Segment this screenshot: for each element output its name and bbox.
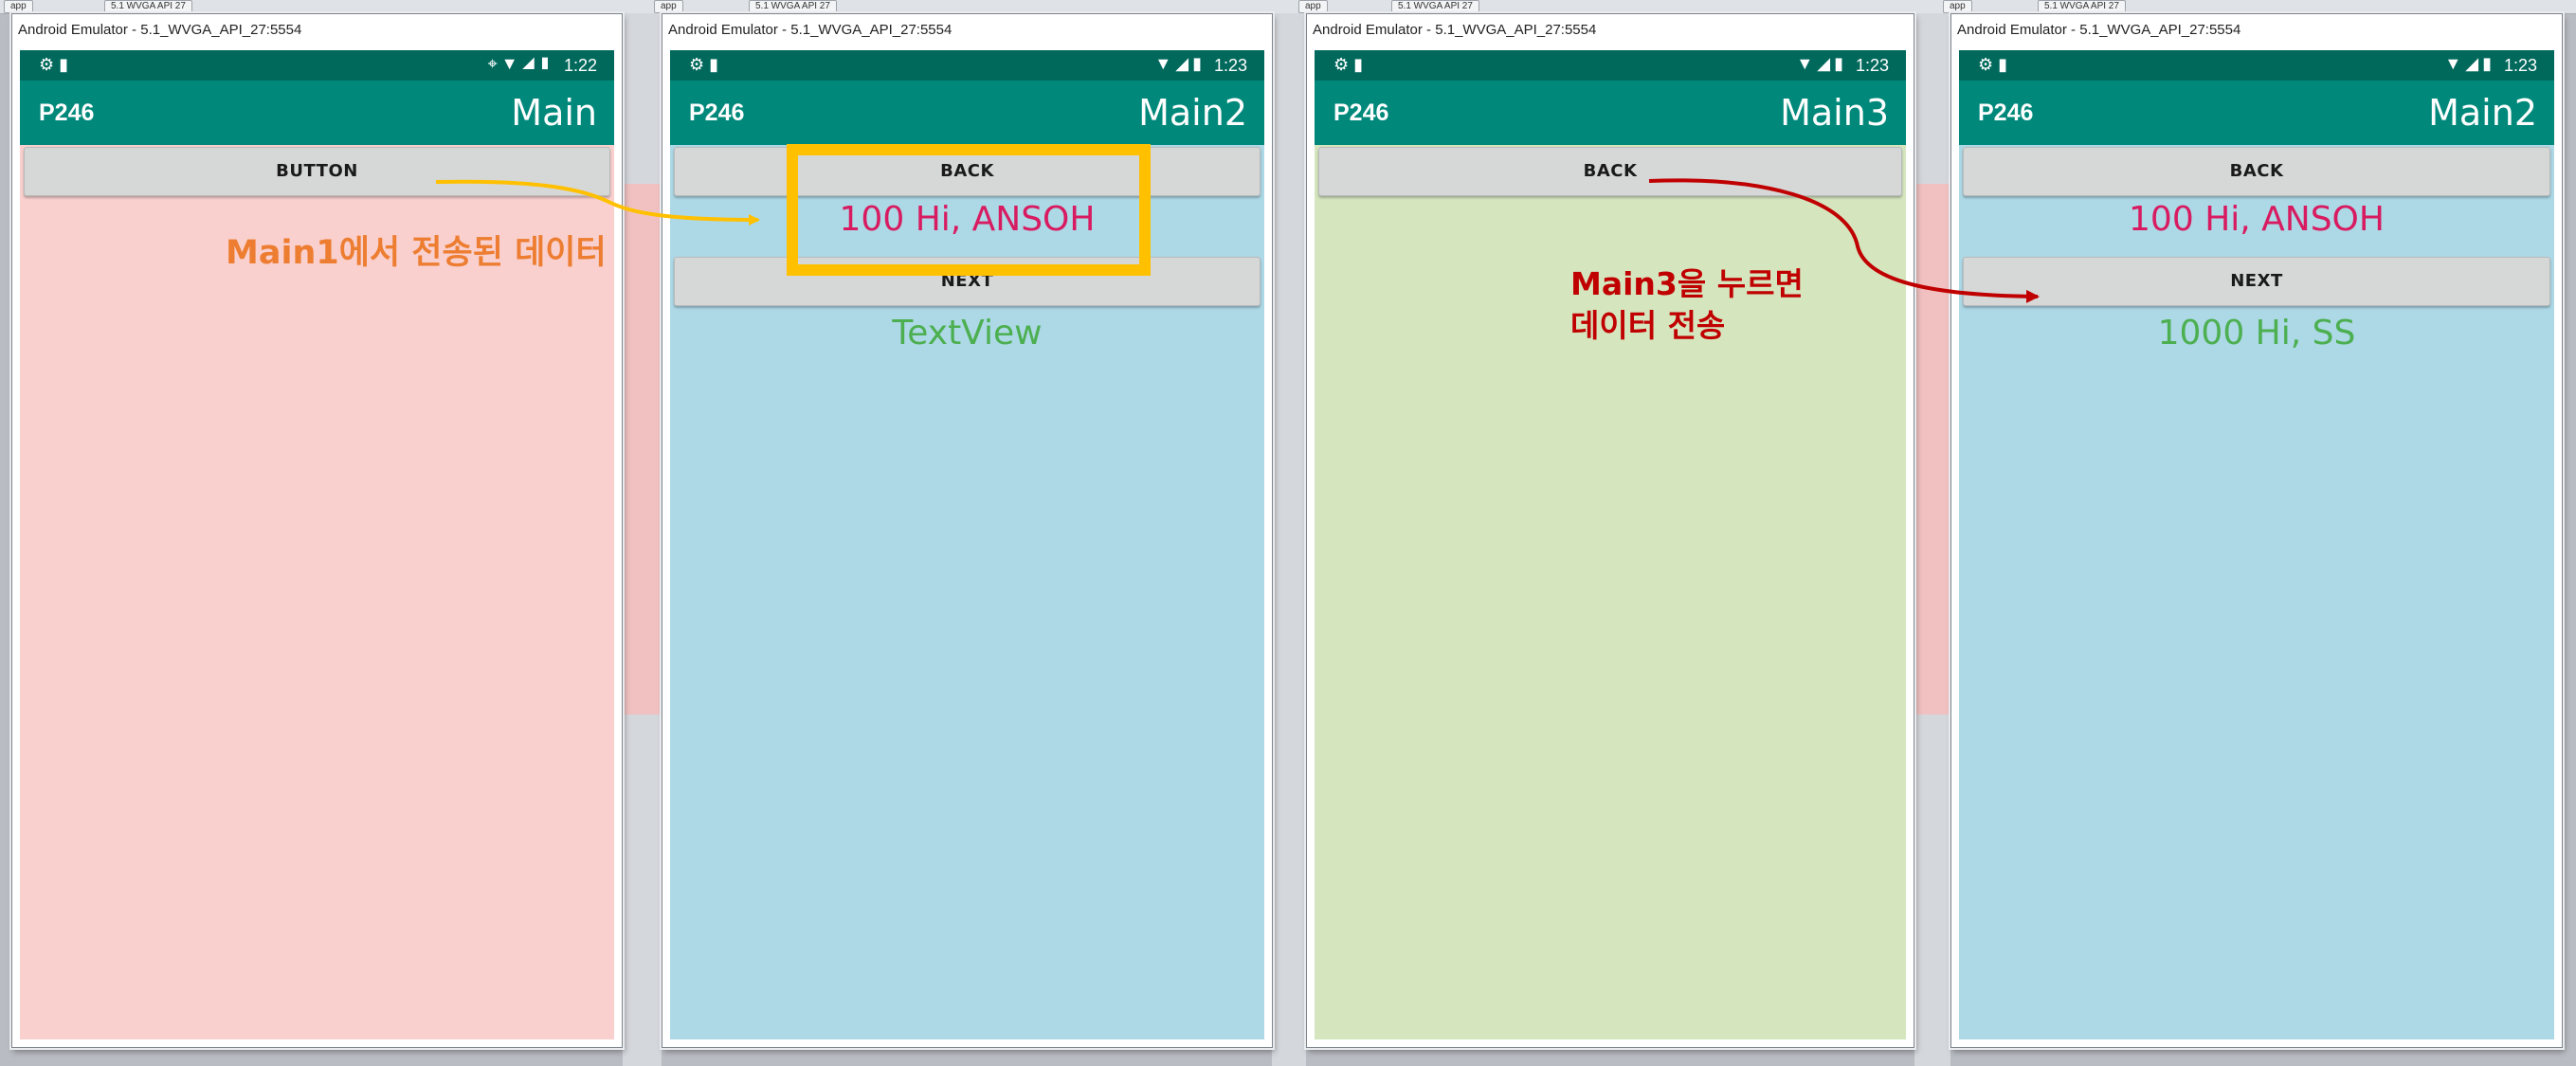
arrow-main3-to-main2 (1648, 178, 2040, 303)
highlight-box (787, 144, 1151, 276)
arrow-main1-to-main2 (435, 179, 760, 226)
annotation-arrows (435, 144, 2040, 303)
